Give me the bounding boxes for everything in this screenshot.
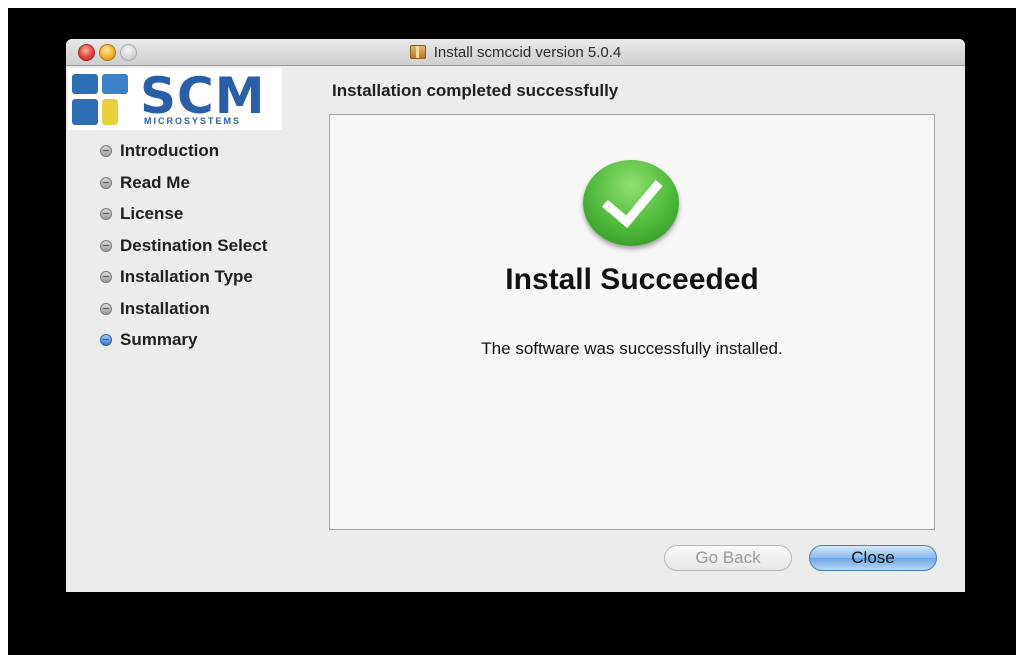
step-installation: Installation [100,298,210,320]
package-icon [409,45,426,59]
vendor-logo: SCM MICROSYSTEMS [68,68,282,130]
step-bullet-icon [100,145,112,157]
step-bullet-icon [100,240,112,252]
step-label: Introduction [120,141,220,160]
step-bullet-icon [100,177,112,189]
step-label: Installation [120,299,210,318]
step-installation-type: Installation Type [100,266,253,288]
logo-square [102,99,118,125]
step-label: Installation Type [120,267,253,286]
result-title: Install Succeeded [505,263,759,296]
step-summary: Summary [100,329,197,351]
step-introduction: Introduction [100,140,219,162]
checkmark-icon [583,160,679,246]
step-label: License [120,204,184,223]
step-label: Summary [120,330,198,349]
installer-window: Install scmccid version 5.0.4 SCM MICROS… [66,39,965,592]
step-license: License [100,203,183,225]
result-message: The software was successfully installed. [481,339,783,358]
content-pane: Install Succeeded The software was succe… [329,114,935,530]
step-bullet-active-icon [100,334,112,346]
logo-square [72,99,98,125]
title-bar[interactable]: Install scmccid version 5.0.4 [66,39,965,66]
logo-square [102,74,128,94]
step-bullet-icon [100,303,112,315]
step-bullet-icon [100,208,112,220]
step-label: Destination Select [120,236,268,255]
logo-square [72,74,98,94]
step-read-me: Read Me [100,172,190,194]
step-bullet-icon [100,271,112,283]
content-heading: Installation completed successfully [332,81,619,100]
close-button[interactable]: Close [809,545,937,571]
logo-subtitle: MICROSYSTEMS [144,116,242,126]
step-destination-select: Destination Select [100,235,267,257]
step-label: Read Me [120,173,190,192]
go-back-button[interactable]: Go Back [664,545,792,571]
window-title: Install scmccid version 5.0.4 [433,43,622,61]
